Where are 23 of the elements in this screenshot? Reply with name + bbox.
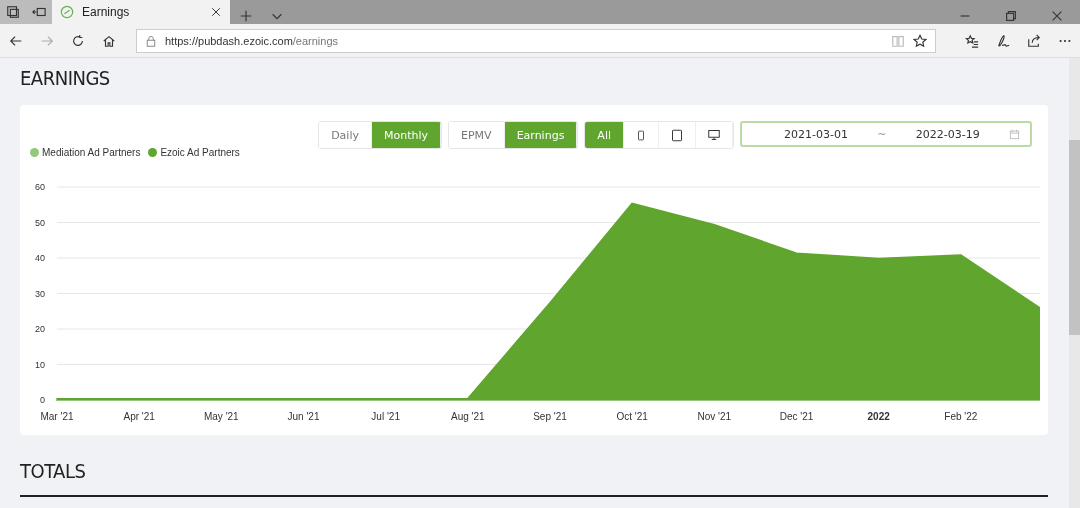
x-tick-label: Jul '21 — [371, 411, 400, 422]
x-tick-label: 2022 — [867, 411, 890, 422]
section-heading: TOTALS — [20, 459, 87, 483]
y-tick-label: 40 — [35, 253, 45, 263]
url-text: https://pubdash.ezoic.com/earnings — [165, 34, 340, 47]
y-tick-label: 60 — [35, 182, 45, 192]
x-tick-label: Nov '21 — [697, 411, 732, 422]
x-tick-label: Jun '21 — [287, 411, 320, 422]
y-tick-label: 10 — [35, 359, 45, 370]
x-tick-label: Apr '21 — [123, 411, 155, 422]
x-tick-label: May '21 — [204, 411, 239, 422]
y-tick-label: 30 — [35, 288, 45, 299]
y-tick-label: 0 — [40, 395, 45, 405]
x-tick-label: Sep '21 — [533, 411, 567, 422]
y-tick-label: 50 — [35, 217, 45, 228]
x-tick-label: Mar '21 — [40, 411, 74, 422]
x-tick-label: Aug '21 — [451, 411, 485, 422]
page-heading: EARNINGS — [20, 66, 111, 90]
x-tick-label: Oct '21 — [616, 411, 648, 422]
x-tick-label: Dec '21 — [779, 411, 814, 422]
y-tick-label: 20 — [35, 324, 45, 334]
tab-title: Earnings — [82, 5, 131, 19]
x-tick-label: Feb '22 — [944, 411, 978, 422]
